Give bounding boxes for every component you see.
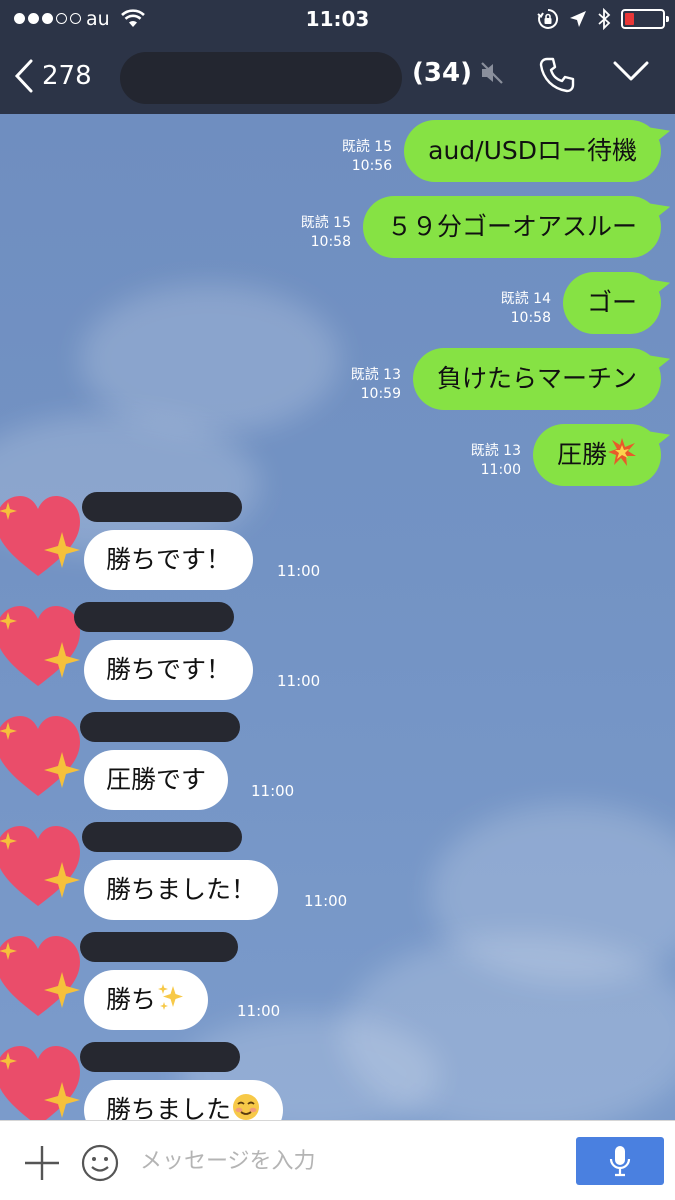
message-text: 勝ちました (106, 1095, 232, 1120)
back-button[interactable]: 278 (14, 54, 92, 98)
message-bubble[interactable]: aud/USDロー待機 (404, 120, 661, 182)
message-meta: 既読 14 10:58 (501, 290, 551, 328)
message-time: 11:00 (251, 782, 295, 800)
message-bubble[interactable]: 勝ちです！ (84, 640, 254, 700)
chat-header: 278 (34) (0, 38, 675, 114)
message-meta: 既読 13 11:00 (471, 442, 521, 480)
redacted-sender-name (80, 932, 238, 962)
message-time: 10:58 (510, 310, 551, 326)
microphone-icon (609, 1146, 631, 1177)
heart-sparkle-avatar[interactable] (0, 712, 90, 802)
chevron-left-icon (14, 59, 33, 93)
message-bubble[interactable]: 勝ちました！ (84, 860, 279, 920)
incoming-message[interactable]: 圧勝です 11:00 (0, 712, 675, 816)
phone-icon[interactable] (538, 56, 576, 94)
unread-count: 278 (42, 61, 92, 91)
message-time: 11:00 (304, 892, 348, 910)
chevron-down-icon[interactable] (612, 60, 650, 82)
message-meta: 既読 13 10:59 (351, 366, 401, 404)
member-count: (34) (412, 58, 472, 88)
message-time: 10:56 (351, 158, 393, 174)
message-input[interactable] (140, 1139, 560, 1183)
outgoing-message[interactable]: 既読 14 10:58 ゴー (501, 272, 661, 334)
chat-area[interactable]: 既読 15 10:56 aud/USDロー待機 既読 15 10:58 ５９分ゴ… (0, 114, 675, 1120)
read-receipt: 既読 15 (300, 215, 351, 231)
smiling-face-emoji-icon (233, 1094, 260, 1120)
collision-emoji-icon (608, 438, 636, 466)
read-receipt: 既読 14 (500, 291, 551, 307)
redacted-sender-name (82, 492, 242, 522)
incoming-message[interactable]: 勝ちました！ 11:00 (0, 822, 675, 926)
emoji-icon[interactable] (80, 1143, 120, 1183)
incoming-message[interactable]: 勝ちです！ 11:00 (0, 492, 675, 596)
redacted-sender-name (80, 712, 240, 742)
message-bubble[interactable]: 勝ち (84, 970, 209, 1030)
sparkles-emoji-icon (158, 984, 184, 1010)
outgoing-message[interactable]: 既読 15 10:58 ５９分ゴーオアスルー (301, 196, 661, 258)
message-text: 勝ち (106, 985, 157, 1014)
message-bubble[interactable]: 圧勝です (84, 750, 229, 810)
message-meta: 既読 15 10:58 (301, 214, 351, 252)
message-meta: 既読 15 10:56 (342, 138, 392, 176)
message-bubble[interactable]: 勝ちました (84, 1080, 284, 1120)
message-time: 11:00 (237, 1002, 281, 1020)
heart-sparkle-avatar[interactable] (0, 1042, 90, 1120)
outgoing-message[interactable]: 既読 15 10:56 aud/USDロー待機 (342, 120, 661, 182)
incoming-message[interactable]: 勝ち 11:00 (0, 932, 675, 1036)
message-bubble[interactable]: 圧勝 (532, 424, 661, 486)
redacted-sender-name (82, 822, 242, 852)
incoming-message[interactable]: 勝ちです！ 11:00 (0, 602, 675, 706)
heart-sparkle-avatar[interactable] (0, 822, 90, 912)
rotation-lock-icon (537, 8, 559, 29)
redacted-sender-name (80, 1042, 240, 1072)
message-bubble[interactable]: 勝ちです！ (84, 530, 254, 590)
message-bubble[interactable]: ゴー (562, 272, 661, 334)
heart-sparkle-avatar[interactable] (0, 492, 90, 582)
message-time: 11:00 (277, 672, 321, 690)
input-bar (0, 1120, 675, 1200)
outgoing-message[interactable]: 既読 13 10:59 負けたらマーチン (351, 348, 661, 410)
message-time: 11:00 (480, 462, 521, 478)
redacted-sender-name (74, 602, 234, 632)
status-bar: au 11:03 (0, 0, 675, 38)
mute-icon (481, 62, 503, 84)
bluetooth-icon (598, 8, 611, 30)
location-arrow-icon (570, 11, 586, 27)
message-time: 11:00 (277, 562, 321, 580)
read-receipt: 既読 13 (470, 443, 521, 459)
incoming-message[interactable]: 勝ちました (0, 1042, 675, 1120)
message-time: 10:58 (310, 234, 351, 250)
plus-icon[interactable] (22, 1143, 62, 1183)
message-text: 圧勝 (556, 440, 607, 469)
message-time: 10:59 (360, 386, 401, 402)
redacted-group-name (120, 52, 402, 104)
message-bubble[interactable]: ５９分ゴーオアスルー (362, 196, 661, 258)
heart-sparkle-avatar[interactable] (0, 932, 90, 1022)
battery-icon (621, 9, 669, 29)
mic-button[interactable] (576, 1137, 664, 1185)
read-receipt: 既読 15 (341, 139, 393, 155)
message-bubble[interactable]: 負けたらマーチン (412, 348, 661, 410)
read-receipt: 既読 13 (350, 367, 401, 383)
outgoing-message[interactable]: 既読 13 11:00 圧勝 (471, 424, 661, 486)
background-cloud (80, 284, 340, 434)
